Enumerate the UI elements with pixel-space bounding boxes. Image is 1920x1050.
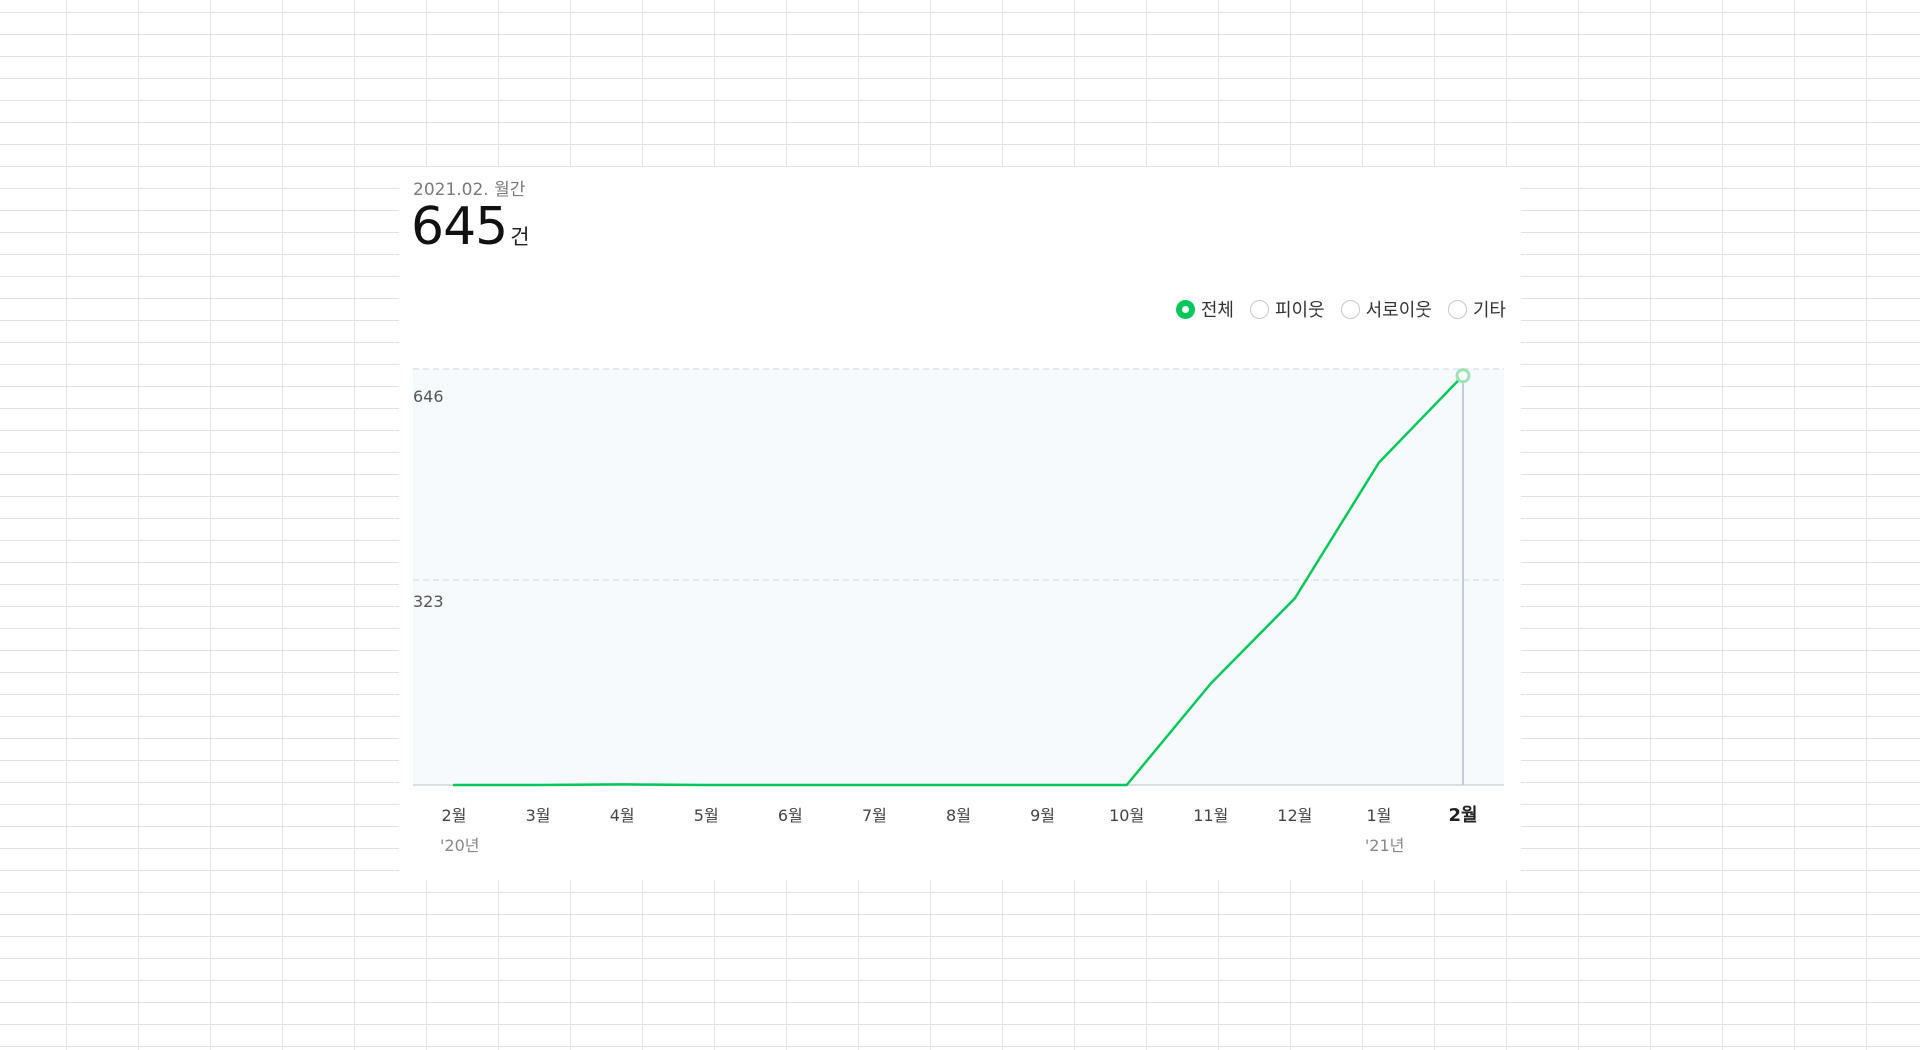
data-point (1209, 681, 1213, 685)
x-tick-label: 5월 (694, 806, 719, 825)
data-point (1377, 461, 1381, 465)
filter-radio-group: 전체 피이웃 서로이웃 기타 (1175, 296, 1506, 322)
data-point (957, 783, 961, 787)
radio-icon[interactable] (1447, 299, 1467, 319)
filter-option-neighbor[interactable]: 피이웃 (1249, 296, 1325, 322)
x-tick-label: 8월 (946, 806, 971, 825)
data-point (452, 783, 456, 787)
filter-label: 기타 (1472, 300, 1506, 321)
x-tick-label: 9월 (1030, 806, 1055, 825)
plot-area (413, 369, 1504, 785)
filter-option-mutual-neighbor[interactable]: 서로이웃 (1340, 296, 1432, 322)
data-point (536, 783, 540, 787)
x-tick-label: 11월 (1193, 806, 1228, 825)
x-tick-label: 2월 (442, 806, 467, 825)
y-tick-label: 323 (413, 592, 444, 611)
filter-label: 전체 (1200, 300, 1234, 321)
x-tick-label: 6월 (778, 806, 803, 825)
x-tick-label: 1월 (1366, 806, 1391, 825)
data-point (1293, 596, 1297, 600)
highlight-data-point (1455, 368, 1471, 384)
data-point (872, 783, 876, 787)
x-tick-label: 10월 (1109, 806, 1144, 825)
filter-label: 서로이웃 (1365, 300, 1432, 321)
data-point (788, 783, 792, 787)
x-tick-label: 12월 (1277, 806, 1312, 825)
filter-label: 피이웃 (1274, 300, 1325, 321)
filter-option-other[interactable]: 기타 (1447, 296, 1506, 322)
x-tick-label: 7월 (862, 806, 887, 825)
radio-icon[interactable] (1175, 299, 1195, 319)
y-tick-label: 646 (413, 387, 444, 406)
x-tick-label: 3월 (526, 806, 551, 825)
x-year-label: '20년 (440, 836, 479, 855)
filter-option-all[interactable]: 전체 (1175, 296, 1234, 322)
x-tick-label: 4월 (610, 806, 635, 825)
x-year-label: '21년 (1365, 836, 1404, 855)
stats-panel: 2021.02. 월간 645 건 323 646 2월 3월 4월 5월 6월 7월 8월 9월 1… (399, 167, 1521, 880)
radio-icon[interactable] (1340, 299, 1360, 319)
data-point (1125, 783, 1129, 787)
line-chart: 323 646 2월 3월 4월 5월 6월 7월 8월 9월 10월 11월 12월 1월 2월 '20년 '… (413, 368, 1504, 855)
x-tick-label: 2월 (1448, 805, 1477, 826)
data-point (620, 782, 624, 786)
data-point (1041, 783, 1045, 787)
data-point (704, 783, 708, 787)
radio-icon[interactable] (1249, 299, 1269, 319)
